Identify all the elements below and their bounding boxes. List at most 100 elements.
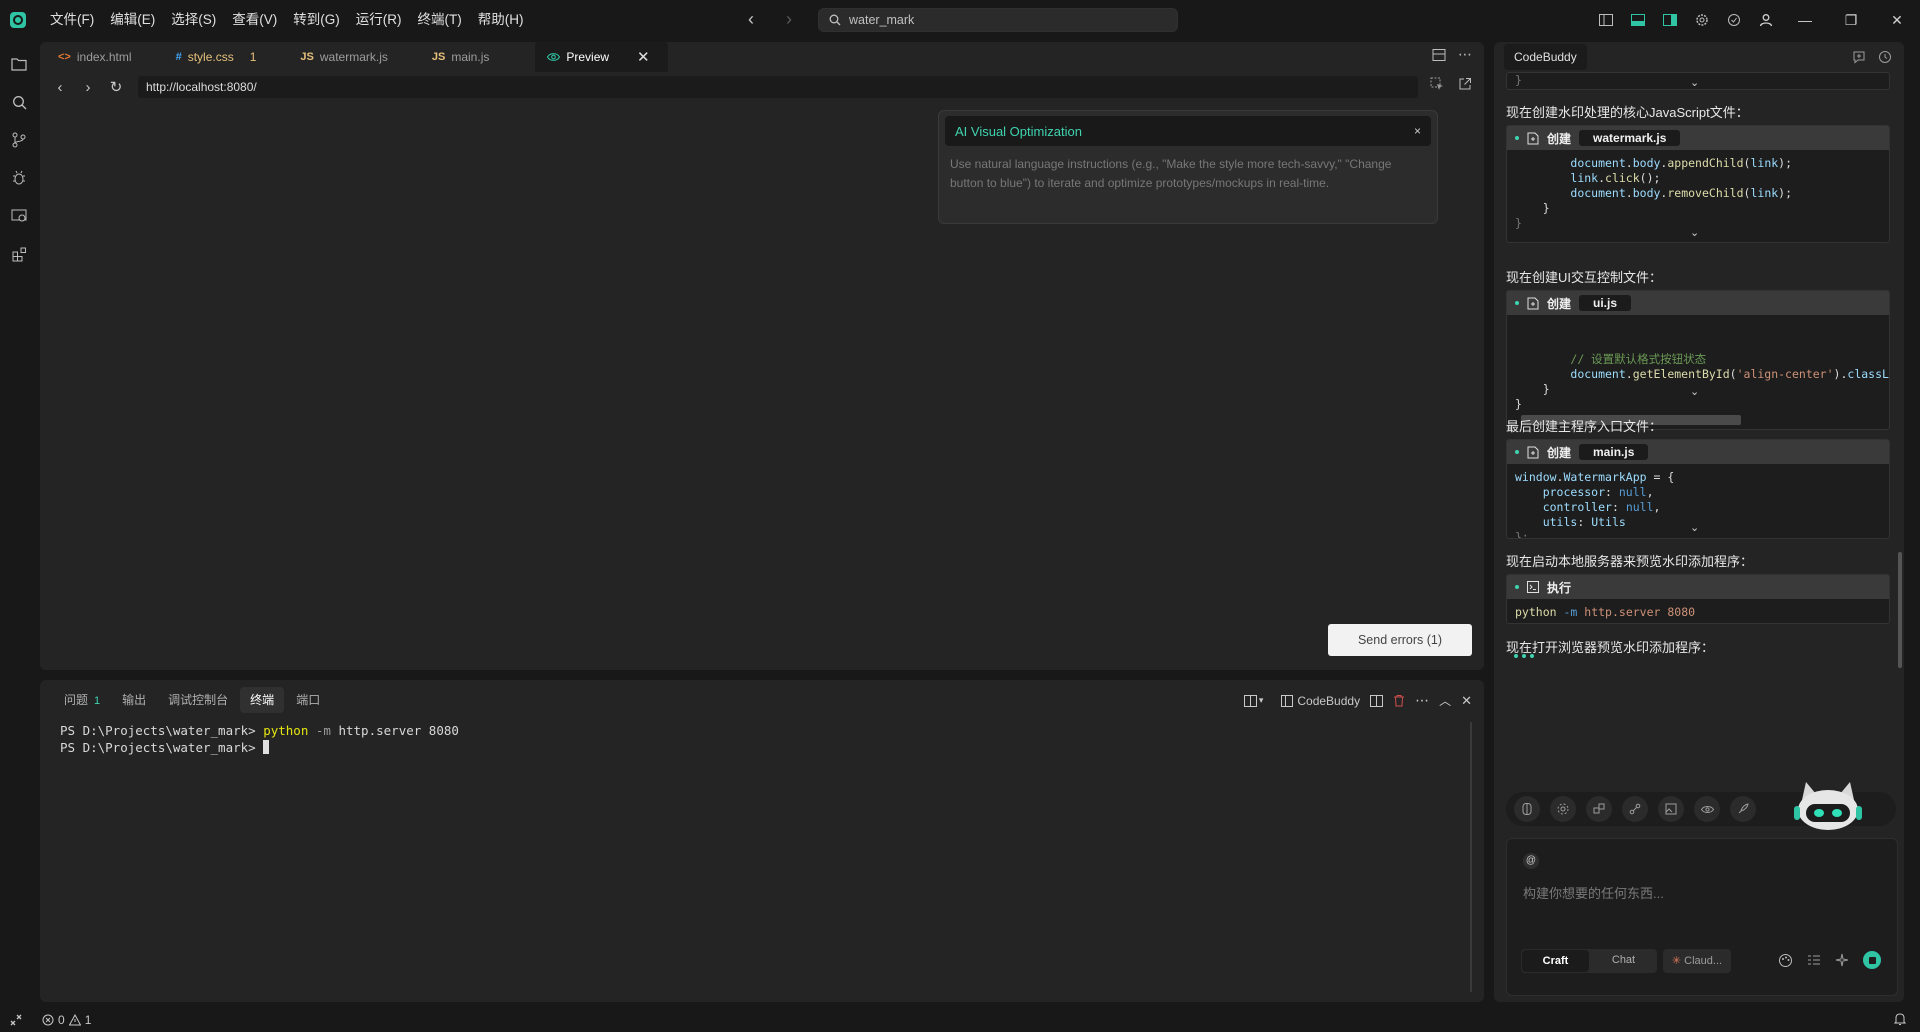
run-debug-icon[interactable]: [0, 159, 38, 197]
account-icon[interactable]: [1750, 0, 1782, 40]
shield-icon[interactable]: [1718, 0, 1750, 40]
back-arrow-icon[interactable]: ‹: [48, 75, 72, 99]
search-icon[interactable]: [0, 83, 38, 121]
reload-icon[interactable]: ↻: [104, 75, 128, 99]
forward-arrow-icon[interactable]: ›: [76, 75, 100, 99]
code-block-header[interactable]: 执行: [1507, 575, 1889, 599]
send-stop-button[interactable]: [1863, 951, 1881, 969]
tab-watermark-js[interactable]: JS watermark.js: [274, 42, 405, 72]
chat-input[interactable]: [1523, 883, 1883, 903]
create-file-icon: [1527, 297, 1539, 309]
mode-craft[interactable]: Craft: [1522, 950, 1589, 972]
model-selector[interactable]: ✳ Claud...: [1663, 949, 1731, 973]
inspect-element-icon[interactable]: [1430, 77, 1444, 91]
image-upload-icon[interactable]: [1658, 796, 1684, 822]
gear-icon[interactable]: [1686, 0, 1718, 40]
history-icon[interactable]: [1878, 50, 1892, 64]
error-count: 0: [58, 1013, 65, 1027]
menu-go[interactable]: 转到(G): [285, 6, 348, 34]
code-content: document.body.appendChild(link); link.cl…: [1515, 156, 1793, 230]
send-errors-button[interactable]: Send errors (1): [1328, 624, 1472, 656]
status-dot-icon: [1515, 585, 1519, 589]
close-tab-icon[interactable]: ✕: [637, 48, 650, 66]
terminal-scrollbar[interactable]: [1470, 722, 1472, 992]
mention-button[interactable]: @: [1523, 853, 1539, 869]
tab-index-html[interactable]: <> index.html: [40, 42, 150, 72]
code-content: // 设置默认格式按钮状态 document.getElementById('a…: [1515, 352, 1889, 411]
tab-style-css[interactable]: # style.css 1: [150, 42, 275, 72]
expand-chevron-icon[interactable]: ⌄: [1690, 226, 1699, 239]
menu-edit[interactable]: 编辑(E): [102, 6, 163, 34]
tab-main-js[interactable]: JS main.js: [406, 42, 507, 72]
expand-chevron-icon[interactable]: ⌄: [1690, 521, 1699, 534]
warning-icon: [68, 1014, 81, 1026]
restore-window-icon[interactable]: ❐: [1828, 0, 1874, 40]
mode-chat[interactable]: Chat: [1590, 949, 1657, 973]
popup-title: AI Visual Optimization: [955, 123, 1082, 139]
problems-status[interactable]: 0 1: [42, 1013, 91, 1027]
codebuddy-terminal-button[interactable]: CodeBuddy: [1281, 694, 1360, 708]
palette-icon[interactable]: [1778, 953, 1793, 968]
trash-icon[interactable]: [1393, 694, 1405, 707]
tab-output[interactable]: 输出: [112, 687, 156, 713]
html-file-icon: <>: [58, 51, 71, 63]
url-input[interactable]: [138, 76, 1418, 98]
remote-explorer-icon[interactable]: [0, 197, 38, 235]
terminal-output[interactable]: PS D:\Projects\water_mark> python -m htt…: [60, 722, 459, 756]
tab-debug-console[interactable]: 调试控制台: [158, 687, 238, 713]
expand-chevron-icon[interactable]: ⌄: [1690, 76, 1699, 89]
toggle-primary-sidebar-icon[interactable]: [1590, 0, 1622, 40]
menu-file[interactable]: 文件(F): [42, 6, 102, 34]
figma-icon[interactable]: [1514, 796, 1540, 822]
open-external-icon[interactable]: [1458, 77, 1472, 91]
create-file-icon: [1527, 132, 1539, 144]
new-chat-icon[interactable]: [1852, 50, 1866, 64]
tab-ports[interactable]: 端口: [286, 687, 330, 713]
minimize-window-icon[interactable]: —: [1782, 0, 1828, 40]
tab-preview[interactable]: Preview ✕: [535, 42, 668, 72]
more-actions-icon[interactable]: ⋯: [1415, 692, 1429, 709]
source-control-icon[interactable]: [0, 121, 38, 159]
task-list-icon[interactable]: [1807, 954, 1821, 966]
split-terminal-icon[interactable]: [1370, 694, 1384, 707]
bell-icon[interactable]: [1894, 1012, 1906, 1026]
close-icon[interactable]: ×: [1414, 124, 1421, 138]
new-terminal-split-icon[interactable]: ▾: [1243, 694, 1263, 707]
extensions-icon[interactable]: [0, 235, 38, 273]
toggle-secondary-sidebar-icon[interactable]: [1654, 0, 1686, 40]
expand-chevron-icon[interactable]: ⌄: [1690, 385, 1699, 398]
deploy-icon[interactable]: [1622, 796, 1648, 822]
command-search-box[interactable]: water_mark: [818, 8, 1178, 32]
run-command-block: 执行 python -m http.server 8080: [1506, 574, 1890, 624]
code-block-header[interactable]: 创建 watermark.js: [1507, 126, 1889, 150]
chat-scrollbar[interactable]: [1898, 552, 1902, 668]
explorer-icon[interactable]: [0, 45, 38, 83]
menu-help[interactable]: 帮助(H): [470, 6, 532, 34]
code-block-header[interactable]: 创建 main.js: [1507, 440, 1889, 464]
remote-indicator-icon[interactable]: [0, 1008, 32, 1032]
menu-view[interactable]: 查看(V): [224, 6, 285, 34]
menu-terminal[interactable]: 终端(T): [410, 6, 470, 34]
close-window-icon[interactable]: ✕: [1874, 0, 1920, 40]
search-box-label: water_mark: [849, 13, 915, 27]
code-block-header[interactable]: 创建 ui.js: [1507, 291, 1889, 315]
more-actions-icon[interactable]: ⋯: [1458, 47, 1472, 62]
integrations-icon[interactable]: [1550, 796, 1576, 822]
close-panel-icon[interactable]: ✕: [1461, 693, 1472, 709]
menu-run[interactable]: 运行(R): [348, 6, 410, 34]
tab-terminal[interactable]: 终端: [240, 687, 285, 713]
css-file-icon: #: [175, 51, 182, 63]
rocket-icon[interactable]: [1730, 796, 1756, 822]
back-arrow-icon[interactable]: ‹: [740, 8, 762, 32]
menu-selection[interactable]: 选择(S): [163, 6, 224, 34]
split-editor-icon[interactable]: [1432, 48, 1446, 62]
sparkle-icon[interactable]: [1835, 953, 1849, 967]
codebuddy-mascot-icon: [1794, 782, 1862, 830]
tab-problems[interactable]: 问题 1: [54, 687, 110, 713]
components-icon[interactable]: [1586, 796, 1612, 822]
toggle-panel-icon[interactable]: [1622, 0, 1654, 40]
maximize-panel-icon[interactable]: ︿: [1439, 692, 1451, 709]
forward-arrow-icon[interactable]: ›: [778, 8, 800, 32]
codebuddy-tab[interactable]: CodeBuddy: [1504, 44, 1587, 70]
preview-eye-icon[interactable]: [1694, 796, 1720, 822]
